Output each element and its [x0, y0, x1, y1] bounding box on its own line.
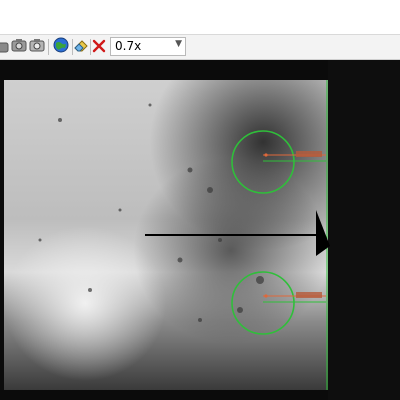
zoom-value: 0.7x — [115, 39, 142, 53]
close-icon — [92, 38, 106, 57]
eraser-icon — [73, 37, 89, 57]
camera-icon — [11, 37, 27, 57]
image-viewer[interactable] — [0, 60, 400, 400]
zoom-select[interactable]: 0.7x ▼ — [110, 37, 186, 56]
camera-icon — [29, 37, 45, 57]
chevron-down-icon: ▼ — [175, 39, 182, 49]
camera-snapshot-button[interactable] — [10, 38, 28, 56]
toolbar-strip: 0.7x ▼ — [0, 34, 400, 60]
globe-icon — [53, 37, 69, 57]
camera-capture-button[interactable] — [28, 38, 46, 56]
clear-overlay-button[interactable] — [72, 38, 90, 56]
toolbar-separator — [48, 39, 49, 55]
toolbar: 0.7x ▼ — [0, 0, 400, 60]
camera-image — [4, 60, 400, 400]
close-button[interactable] — [90, 38, 108, 56]
globe-button[interactable] — [52, 37, 70, 57]
